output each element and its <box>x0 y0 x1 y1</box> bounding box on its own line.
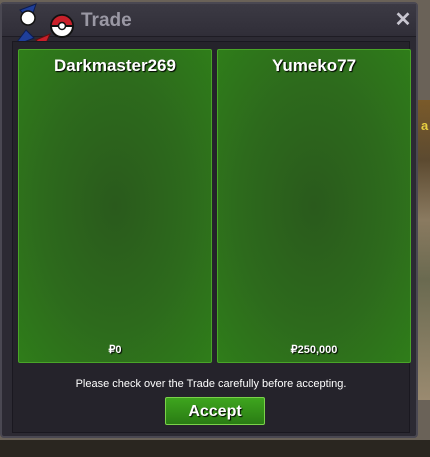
trade-warning-message: Please check over the Trade carefully be… <box>75 378 347 390</box>
left-trade-panel[interactable]: Darkmaster269 ₽0 <box>18 49 212 363</box>
game-background-bottom <box>0 440 430 457</box>
trade-window: Trade ✕ Darkmaster269 ₽0 Yumeko77 ₽250,0… <box>0 2 418 438</box>
accept-button[interactable]: Accept <box>165 397 265 425</box>
trade-content: Darkmaster269 ₽0 Yumeko77 ₽250,000 Pleas… <box>12 41 411 433</box>
right-player-name: Yumeko77 <box>271 56 357 75</box>
background-text: a <box>421 118 429 133</box>
left-money-amount: ₽0 <box>108 344 122 356</box>
right-money-amount: ₽250,000 <box>290 344 338 356</box>
right-trade-panel[interactable]: Yumeko77 ₽250,000 <box>217 49 411 363</box>
left-player-name: Darkmaster269 <box>54 56 176 75</box>
window-title: Trade <box>81 10 132 31</box>
close-button[interactable]: ✕ <box>392 9 414 31</box>
